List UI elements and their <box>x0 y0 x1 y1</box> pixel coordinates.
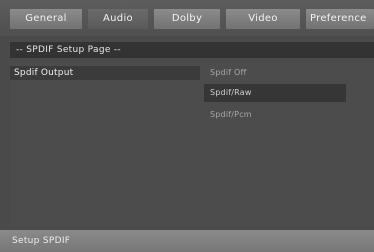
setup-screen: General Audio Dolby Video Preference -- … <box>0 0 374 252</box>
submenu-item-spdif-raw[interactable]: Spdif/Raw <box>204 84 346 102</box>
tab-general[interactable]: General <box>10 9 82 29</box>
status-bar: Setup SPDIF <box>0 230 374 252</box>
tab-bar: General Audio Dolby Video Preference <box>0 0 374 36</box>
settings-panel: Spdif Output Spdif Off Spdif/Raw Spdif/P… <box>10 62 374 226</box>
spdif-output-option[interactable]: Spdif Output <box>10 66 200 80</box>
submenu-item-spdif-off[interactable]: Spdif Off <box>204 64 346 82</box>
tab-audio[interactable]: Audio <box>88 9 148 29</box>
tab-video[interactable]: Video <box>226 9 300 29</box>
tab-preference[interactable]: Preference <box>306 9 374 29</box>
submenu-item-spdif-pcm[interactable]: Spdif/Pcm <box>204 106 346 124</box>
page-title: -- SPDIF Setup Page -- <box>10 42 374 58</box>
tab-dolby[interactable]: Dolby <box>154 9 220 29</box>
